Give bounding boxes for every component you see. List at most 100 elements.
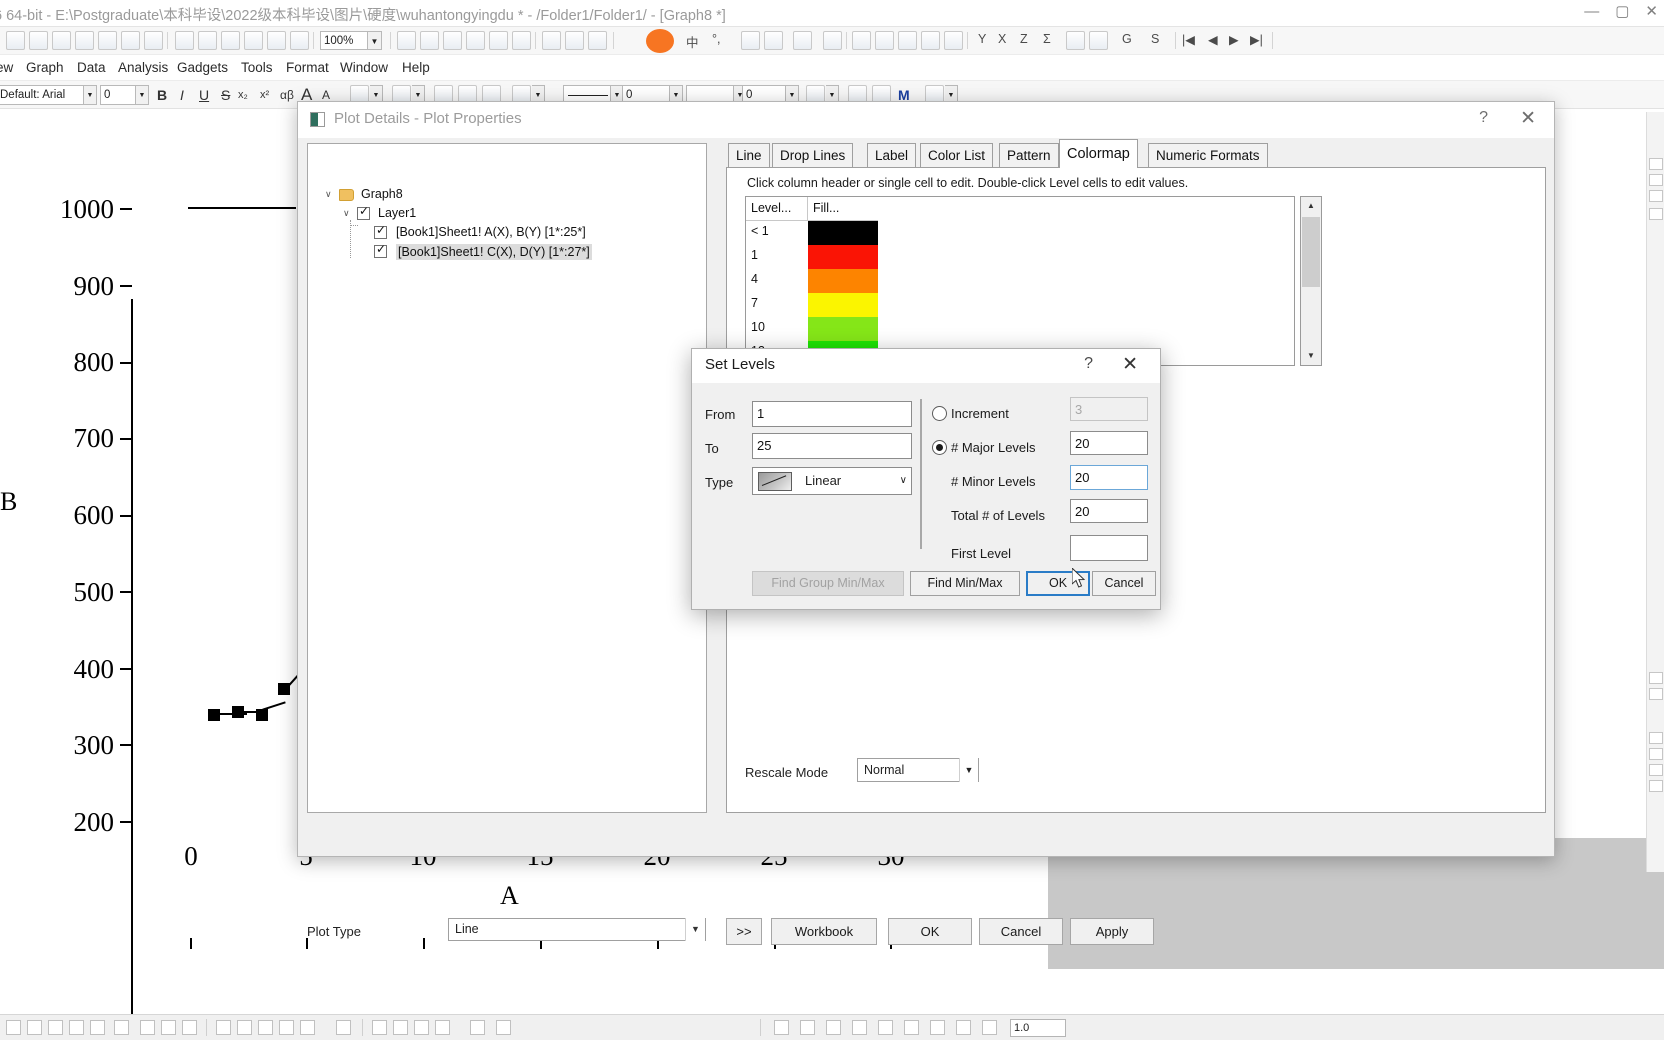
font-name-dropdown-icon[interactable]: ▼: [84, 85, 97, 105]
plot-details-help-icon[interactable]: ?: [1479, 109, 1488, 127]
tree-chevron-graph8[interactable]: ∨: [325, 189, 332, 200]
workbook-button[interactable]: Workbook: [771, 918, 877, 945]
status-icon-20[interactable]: [470, 1020, 485, 1035]
apps-grid-icon[interactable]: [823, 31, 842, 50]
tab-label[interactable]: Label: [867, 143, 917, 168]
microphone-icon[interactable]: [741, 31, 760, 50]
colormap-scrollbar[interactable]: ▲ ▼: [1300, 196, 1322, 366]
right-tool-3[interactable]: [1649, 190, 1663, 202]
menu-item-tools[interactable]: Tools: [241, 60, 273, 75]
status-icon-8[interactable]: [161, 1020, 176, 1035]
colormap-level-4[interactable]: 10: [746, 320, 806, 334]
tree-item-graph8[interactable]: Graph8: [361, 187, 403, 201]
toolbar-icon-rescale[interactable]: [466, 31, 485, 50]
toolbar-icon-undo[interactable]: [397, 31, 416, 50]
toolbar-icon-mask[interactable]: [542, 31, 561, 50]
minor-levels-input[interactable]: 20: [1070, 465, 1148, 490]
status-icon-17[interactable]: [393, 1020, 408, 1035]
menu-item-view[interactable]: ew: [0, 60, 13, 75]
plot-details-close-icon[interactable]: ✕: [1520, 107, 1536, 130]
status-icon-19[interactable]: [435, 1020, 450, 1035]
status-icon-26[interactable]: [878, 1020, 893, 1035]
plot-type-select[interactable]: Line ▼: [448, 918, 706, 941]
status-icon-24[interactable]: [826, 1020, 841, 1035]
tree-chevron-layer1[interactable]: ∨: [343, 208, 350, 219]
major-levels-radio[interactable]: [932, 440, 947, 455]
colormap-level-3[interactable]: 7: [746, 296, 806, 310]
tab-color-list[interactable]: Color List: [920, 143, 994, 168]
scrollbar-thumb[interactable]: [1302, 217, 1320, 287]
menu-item-data[interactable]: Data: [77, 60, 106, 75]
toolbar-letter-Y[interactable]: Y: [978, 32, 986, 46]
toolbar-icon-zoomin[interactable]: [565, 31, 584, 50]
right-tool-5[interactable]: [1649, 672, 1663, 684]
tree-checkbox-plot-cd[interactable]: [374, 242, 387, 258]
type-chevron-down-icon[interactable]: ∨: [900, 475, 907, 486]
tab-pattern[interactable]: Pattern: [999, 143, 1059, 168]
menu-item-window[interactable]: Window: [340, 60, 388, 75]
ime-punctuation-icon[interactable]: °,: [712, 32, 720, 46]
colormap-fill-1[interactable]: [808, 245, 878, 269]
toolbar-icon-layer6[interactable]: [290, 31, 309, 50]
tree-checkbox-layer1[interactable]: [357, 204, 370, 220]
strikethrough-button[interactable]: S: [221, 85, 230, 105]
expand-button[interactable]: >>: [726, 918, 762, 945]
toolbar-icon-save[interactable]: [75, 31, 94, 50]
status-icon-14[interactable]: [300, 1020, 315, 1035]
status-icon-21[interactable]: [496, 1020, 511, 1035]
plot-details-apply-button[interactable]: Apply: [1070, 918, 1154, 945]
status-icon-7[interactable]: [140, 1020, 155, 1035]
toolbar-icon-layer3[interactable]: [221, 31, 240, 50]
colormap-level-0[interactable]: < 1: [746, 224, 806, 238]
scroll-up-icon[interactable]: ▲: [1301, 197, 1321, 215]
toolbar-letter-S[interactable]: S: [1151, 32, 1159, 46]
status-icon-18[interactable]: [414, 1020, 429, 1035]
menu-item-help[interactable]: Help: [402, 60, 430, 75]
colormap-fill-0[interactable]: [808, 221, 878, 245]
toolbar-icon-new[interactable]: [6, 31, 25, 50]
status-icon-25[interactable]: [852, 1020, 867, 1035]
status-icon-4[interactable]: [69, 1020, 84, 1035]
status-icon-2[interactable]: [27, 1020, 42, 1035]
first-level-input[interactable]: [1070, 535, 1148, 561]
toolbox-icon[interactable]: [793, 31, 812, 50]
menu-item-format[interactable]: Format: [286, 60, 329, 75]
toolbar-icon-export[interactable]: [121, 31, 140, 50]
status-icon-10[interactable]: [216, 1020, 231, 1035]
status-icon-12[interactable]: [258, 1020, 273, 1035]
font-size-input[interactable]: 0: [100, 85, 136, 105]
right-tool-6[interactable]: [1649, 688, 1663, 700]
toolbar-icon-column[interactable]: [875, 31, 894, 50]
toolbar-icon-copy[interactable]: [144, 31, 163, 50]
menu-item-analysis[interactable]: Analysis: [118, 60, 168, 75]
set-levels-cancel-button[interactable]: Cancel: [1092, 571, 1156, 596]
status-icon-5[interactable]: [90, 1020, 105, 1035]
scroll-down-icon[interactable]: ▼: [1301, 347, 1321, 365]
colormap-col-fill[interactable]: Fill...: [808, 197, 878, 221]
toolbar-icon-layer5[interactable]: [267, 31, 286, 50]
toolbar-icon-tilde[interactable]: [1089, 31, 1108, 50]
bold-button[interactable]: B: [157, 85, 167, 105]
font-name-input[interactable]: Default: Arial: [0, 85, 84, 105]
right-tool-1[interactable]: [1649, 158, 1663, 170]
tab-drop-lines[interactable]: Drop Lines: [772, 143, 854, 168]
font-size-dropdown-icon[interactable]: ▼: [136, 85, 149, 105]
superscript-button[interactable]: x²: [260, 85, 269, 105]
tab-colormap[interactable]: Colormap: [1059, 139, 1138, 168]
find-minmax-button[interactable]: Find Min/Max: [910, 571, 1020, 596]
toolbar-icon-newlayer[interactable]: [489, 31, 508, 50]
toolbar-icon-fit[interactable]: [944, 31, 963, 50]
right-tool-7[interactable]: [1649, 732, 1663, 744]
nav-last-icon[interactable]: ▶|: [1250, 32, 1263, 47]
status-value-input[interactable]: 1.0: [1010, 1019, 1066, 1037]
colormap-level-2[interactable]: 4: [746, 272, 806, 286]
colormap-fill-2[interactable]: [808, 269, 878, 293]
toolbar-icon-refresh[interactable]: [443, 31, 462, 50]
toolbar-icon-stat[interactable]: [921, 31, 940, 50]
from-input[interactable]: 1: [752, 401, 912, 427]
toolbar-letter-G[interactable]: G: [1122, 32, 1132, 46]
toolbar-icon-open[interactable]: [29, 31, 48, 50]
toolbar-icon-wave[interactable]: [1066, 31, 1085, 50]
toolbar-icon-print[interactable]: [98, 31, 117, 50]
rescale-mode-select[interactable]: Normal ▼: [857, 758, 979, 782]
